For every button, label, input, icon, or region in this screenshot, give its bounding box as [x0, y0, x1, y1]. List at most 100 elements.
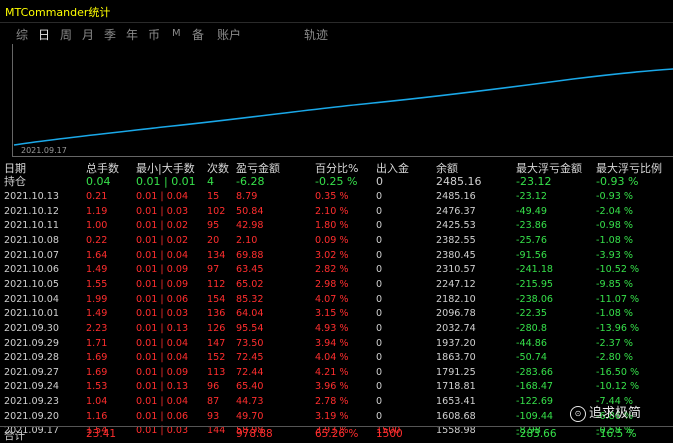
cell-min-max-lots: 0.01 | 0.06 — [136, 410, 189, 422]
totals-pnl: 978.88 — [236, 428, 273, 440]
cell-max-dd-pct: -1.08 % — [596, 308, 633, 320]
tab-magic[interactable]: M — [172, 28, 181, 39]
tab-track[interactable]: 轨迹 — [304, 26, 328, 43]
tab-year[interactable]: 年 — [126, 26, 138, 43]
cell-pct: 2.82 % — [315, 264, 349, 276]
cell-balance: 2425.53 — [436, 220, 476, 232]
cell-balance: 1653.41 — [436, 396, 476, 408]
cell-max-dd-pct: -9.85 % — [596, 278, 633, 290]
cell-max-dd-amt: -22.35 — [516, 308, 547, 320]
cell-balance: 2310.57 — [436, 264, 476, 276]
tab-month[interactable]: 月 — [82, 26, 94, 43]
cell-count: 102 — [207, 205, 226, 217]
table-row[interactable]: 2021.10.08 0.22 0.01 | 0.02 20 2.10 0.09 % 0 23… — [0, 233, 673, 248]
cell-pct: 3.02 % — [315, 249, 349, 261]
holding-row[interactable]: 持仓 0.04 0.01 | 0.01 4 -6.28 -0.25 % 0 24… — [0, 174, 673, 189]
cell-inout: 0 — [376, 381, 383, 393]
cell-pnl: 85.32 — [236, 293, 264, 305]
cell-pnl: 65.02 — [236, 278, 264, 290]
cell-balance: 2380.45 — [436, 249, 476, 261]
cell-balance: 1863.70 — [436, 352, 476, 364]
cell-min-max-lots: 0.01 | 0.04 — [136, 249, 189, 261]
cell-total-lots: 1.49 — [86, 264, 108, 276]
cell-balance: 2182.10 — [436, 293, 476, 305]
cell-total-lots: 1.71 — [86, 337, 108, 349]
table-row[interactable]: 2021.09.27 1.69 0.01 | 0.09 113 72.44 4.21 % 0… — [0, 365, 673, 380]
tab-day[interactable]: 日 — [38, 26, 50, 43]
watermark-text: 追求极简 — [589, 406, 642, 421]
cell-max-dd-amt: -23.12 — [516, 175, 552, 188]
cell-total-lots: 1.64 — [86, 249, 108, 261]
tab-currency[interactable]: 币 — [148, 26, 160, 43]
cell-total-lots: 1.55 — [86, 278, 108, 290]
cell-max-dd-amt: -23.86 — [516, 220, 547, 232]
table-header: 日期 总手数 最小|大手数 次数 盈亏金额 百分比% 出入金 余额 最大浮亏金额… — [0, 158, 673, 175]
table-row[interactable]: 2021.10.04 1.99 0.01 | 0.06 154 85.32 4.07 % 0… — [0, 292, 673, 307]
cell-total-lots: 0.21 — [86, 191, 108, 202]
cell-max-dd-amt: -44.86 — [516, 337, 547, 349]
cell-min-max-lots: 0.01 | 0.03 — [136, 308, 189, 320]
cell-inout: 0 — [376, 191, 383, 202]
cell-inout: 0 — [376, 278, 383, 290]
chart-start-date: 2021.09.17 — [21, 146, 67, 155]
cell-max-dd-pct: -0.93 % — [596, 191, 633, 202]
cell-inout: 0 — [376, 293, 383, 305]
cell-min-max-lots: 0.01 | 0.04 — [136, 352, 189, 364]
cell-total-lots: 1.16 — [86, 410, 108, 422]
cell-balance: 2382.55 — [436, 234, 476, 246]
table-row[interactable]: 2021.10.06 1.49 0.01 | 0.09 97 63.45 2.82 % 0 2… — [0, 262, 673, 277]
cell-total-lots: 1.49 — [86, 308, 108, 320]
cell-pct: 3.15 % — [315, 308, 349, 320]
tab-notes[interactable]: 备 — [192, 26, 204, 43]
cell-inout: 0 — [376, 175, 383, 188]
tab-week[interactable]: 周 — [60, 26, 72, 43]
cell-count: 93 — [207, 410, 220, 422]
table-row[interactable]: 2021.10.12 1.19 0.01 | 0.03 102 50.84 2.10 % 0… — [0, 204, 673, 219]
cell-total-lots: 1.99 — [86, 293, 108, 305]
table-row[interactable]: 2021.10.01 1.49 0.01 | 0.03 136 64.04 3.15 % 0… — [0, 306, 673, 321]
table-row[interactable]: 2021.10.05 1.55 0.01 | 0.09 112 65.02 2.98 % 0… — [0, 277, 673, 292]
table-row[interactable]: 2021.09.29 1.71 0.01 | 0.04 147 73.50 3.94 % 0… — [0, 336, 673, 351]
cell-date: 2021.09.24 — [4, 381, 59, 393]
cell-inout: 0 — [376, 205, 383, 217]
cell-max-dd-pct: -10.12 % — [596, 381, 640, 393]
cell-date: 2021.09.27 — [4, 366, 59, 378]
tab-account[interactable]: 账户 — [217, 26, 241, 43]
cell-date: 2021.10.01 — [4, 308, 59, 320]
cell-max-dd-amt: -168.47 — [516, 381, 554, 393]
cell-total-lots: 1.19 — [86, 205, 108, 217]
cell-balance: 2032.74 — [436, 322, 476, 334]
cell-pct: 2.78 % — [315, 396, 349, 408]
table-row[interactable]: 2021.10.13 0.21 0.01 | 0.04 15 8.79 0.35 % 0 24… — [0, 189, 673, 204]
cell-pnl: 73.50 — [236, 337, 264, 349]
cell-pnl: 49.70 — [236, 410, 264, 422]
table-row[interactable]: 2021.09.24 1.53 0.01 | 0.13 96 65.40 3.96 % 0 1… — [0, 379, 673, 394]
cell-date: 2021.10.04 — [4, 293, 59, 305]
cell-pct: 4.07 % — [315, 293, 349, 305]
tab-quarter[interactable]: 季 — [104, 26, 116, 43]
table-row[interactable]: 2021.09.28 1.69 0.01 | 0.04 152 72.45 4.04 % 0… — [0, 350, 673, 365]
table-row[interactable]: 2021.10.11 1.00 0.01 | 0.02 95 42.98 1.80 % 0 2… — [0, 218, 673, 233]
table-row[interactable]: 2021.10.07 1.64 0.01 | 0.04 134 69.88 3.02 % 0… — [0, 248, 673, 263]
cell-count: 4 — [207, 175, 214, 188]
totals-max-dd-amt: -283.66 — [516, 428, 557, 440]
cell-pct: 4.21 % — [315, 366, 349, 378]
cell-date: 2021.09.23 — [4, 396, 59, 408]
cell-pct: 3.94 % — [315, 337, 349, 349]
cell-pnl: 72.44 — [236, 366, 264, 378]
cell-inout: 0 — [376, 352, 383, 364]
cell-total-lots: 1.69 — [86, 352, 108, 364]
cell-balance: 2096.78 — [436, 308, 476, 320]
cell-pnl: 63.45 — [236, 264, 264, 276]
cell-total-lots: 0.04 — [86, 175, 111, 188]
cell-max-dd-pct: -3.93 % — [596, 249, 633, 261]
tab-summary[interactable]: 综 — [16, 26, 28, 43]
cell-balance: 2485.16 — [436, 191, 476, 202]
table-row[interactable]: 2021.09.30 2.23 0.01 | 0.13 126 95.54 4.93 % 0… — [0, 321, 673, 336]
cell-balance: 2247.12 — [436, 278, 476, 290]
cell-pct: 0.35 % — [315, 191, 349, 202]
cell-inout: 0 — [376, 322, 383, 334]
cell-pct: 4.93 % — [315, 322, 349, 334]
cell-balance: 1937.20 — [436, 337, 476, 349]
cell-inout: 0 — [376, 308, 383, 320]
